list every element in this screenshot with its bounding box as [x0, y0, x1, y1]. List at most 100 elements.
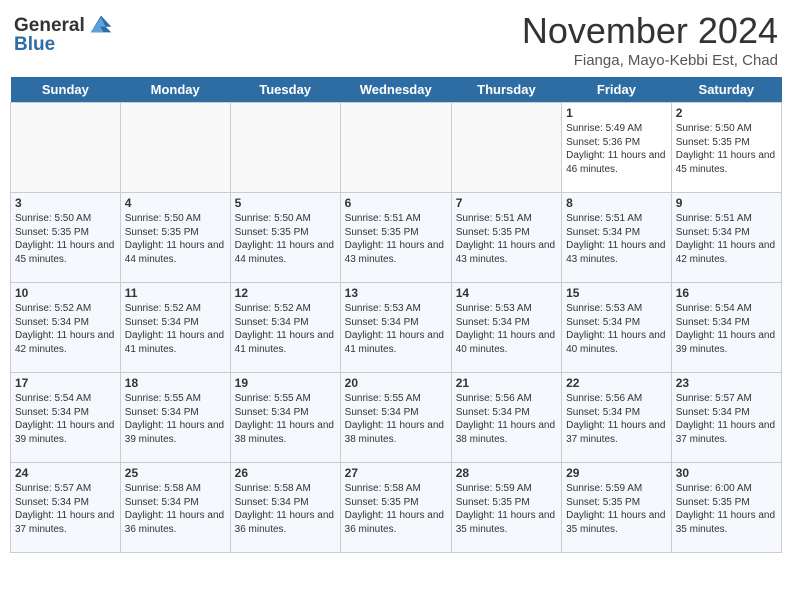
day-number: 27 [345, 466, 447, 480]
day-number: 28 [456, 466, 557, 480]
day-info: Sunset: 5:34 PM [235, 406, 336, 420]
day-number: 12 [235, 286, 336, 300]
calendar-cell: 27 Sunrise: 5:58 AMSunset: 5:35 PMDayligh… [340, 463, 451, 553]
day-info: Sunset: 5:35 PM [345, 226, 447, 240]
calendar-cell: 11Sunrise: 5:52 AMSunset: 5:34 PMDayligh… [120, 283, 230, 373]
day-info: Sunrise: 5:55 AM [235, 392, 336, 406]
day-info: Sunset: 5:34 PM [15, 406, 116, 420]
calendar-cell: 7Sunrise: 5:51 AMSunset: 5:35 PMDaylight… [451, 193, 561, 283]
weekday-header-friday: Friday [562, 77, 672, 103]
calendar-cell: 3Sunrise: 5:50 AMSunset: 5:35 PMDaylight… [11, 193, 121, 283]
day-number: 22 [566, 376, 667, 390]
day-info: Sunset: 5:35 PM [456, 496, 557, 510]
calendar-cell: 15Sunrise: 5:53 AMSunset: 5:34 PMDayligh… [562, 283, 672, 373]
calendar-cell: 17Sunrise: 5:54 AMSunset: 5:34 PMDayligh… [11, 373, 121, 463]
calendar-cell: 5Sunrise: 5:50 AMSunset: 5:35 PMDaylight… [230, 193, 340, 283]
day-info: Daylight: 11 hours and 44 minutes. [235, 239, 336, 266]
day-number: 6 [345, 196, 447, 210]
weekday-header-saturday: Saturday [671, 77, 781, 103]
day-info: Sunrise: 5:50 AM [15, 212, 116, 226]
day-number: 5 [235, 196, 336, 210]
day-info: Daylight: 11 hours and 35 minutes. [566, 509, 667, 536]
day-info: Daylight: 11 hours and 42 minutes. [15, 329, 116, 356]
day-info: Sunrise: 5:58 AM [345, 482, 447, 496]
day-info: Daylight: 11 hours and 39 minutes. [15, 419, 116, 446]
calendar-cell: 24Sunrise: 5:57 AMSunset: 5:34 PMDayligh… [11, 463, 121, 553]
calendar-cell: 13Sunrise: 5:53 AMSunset: 5:34 PMDayligh… [340, 283, 451, 373]
day-info: Sunset: 5:35 PM [566, 496, 667, 510]
day-info: Daylight: 11 hours and 36 minutes. [345, 509, 447, 536]
calendar-cell: 16Sunrise: 5:54 AMSunset: 5:34 PMDayligh… [671, 283, 781, 373]
day-info: Sunrise: 5:50 AM [676, 122, 777, 136]
day-info: Sunrise: 5:53 AM [345, 302, 447, 316]
day-number: 1 [566, 106, 667, 120]
day-info: Daylight: 11 hours and 41 minutes. [235, 329, 336, 356]
calendar-week-2: 3 Sunrise: 5:50 AM Sunset: 5:35 PM Daylight… [11, 193, 782, 283]
calendar-cell: 25Sunrise: 5:58 AMSunset: 5:34 PMDayligh… [120, 463, 230, 553]
day-number: 9 [676, 196, 777, 210]
page-header: General Blue November 2024 Fianga, Mayo-… [10, 10, 782, 69]
calendar-cell: 6Sunrise: 5:51 AMSunset: 5:35 PMDaylight… [340, 193, 451, 283]
day-number: 13 [345, 286, 447, 300]
day-number: 3 [15, 196, 116, 210]
day-info: Daylight: 11 hours and 40 minutes. [566, 329, 667, 356]
calendar-cell: 30Sunrise: 6:00 AMSunset: 5:35 PMDayligh… [671, 463, 781, 553]
calendar-cell: 19Sunrise: 5:55 AMSunset: 5:34 PMDayligh… [230, 373, 340, 463]
day-info: Sunset: 5:34 PM [456, 406, 557, 420]
day-info: Daylight: 11 hours and 41 minutes. [125, 329, 226, 356]
day-info: Sunset: 5:34 PM [676, 406, 777, 420]
calendar-cell [11, 103, 121, 193]
day-info: Sunset: 5:34 PM [125, 316, 226, 330]
day-info: Sunrise: 5:56 AM [456, 392, 557, 406]
day-info: Sunset: 5:35 PM [676, 496, 777, 510]
day-info: Daylight: 11 hours and 35 minutes. [456, 509, 557, 536]
day-info: Daylight: 11 hours and 39 minutes. [125, 419, 226, 446]
day-number: 4 [125, 196, 226, 210]
day-info: Sunrise: 5:50 AM [235, 212, 336, 226]
title-block: November 2024 Fianga, Mayo-Kebbi Est, Ch… [522, 10, 778, 69]
day-number: 25 [125, 466, 226, 480]
calendar-week-1: 1Sunrise: 5:49 AMSunset: 5:36 PMDaylight… [11, 103, 782, 193]
day-info: Daylight: 11 hours and 44 minutes. [125, 239, 226, 266]
day-info: Sunset: 5:34 PM [566, 406, 667, 420]
day-info: Sunrise: 5:50 AM [125, 212, 226, 226]
weekday-header-tuesday: Tuesday [230, 77, 340, 103]
day-info: Sunrise: 5:51 AM [676, 212, 777, 226]
day-number: 30 [676, 466, 777, 480]
calendar-cell [230, 103, 340, 193]
day-number: 24 [15, 466, 116, 480]
day-info: Sunrise: 5:49 AM [566, 122, 667, 136]
day-info: Sunrise: 5:51 AM [345, 212, 447, 226]
day-info: Sunrise: 5:59 AM [566, 482, 667, 496]
day-info: Daylight: 11 hours and 40 minutes. [456, 329, 557, 356]
calendar-cell [340, 103, 451, 193]
day-info: Sunset: 5:35 PM [345, 496, 447, 510]
day-number: 16 [676, 286, 777, 300]
logo-general: General [14, 15, 85, 36]
day-number: 20 [345, 376, 447, 390]
day-info: Daylight: 11 hours and 36 minutes. [235, 509, 336, 536]
calendar-cell: 29Sunrise: 5:59 AMSunset: 5:35 PMDayligh… [562, 463, 672, 553]
calendar-week-4: 17Sunrise: 5:54 AMSunset: 5:34 PMDayligh… [11, 373, 782, 463]
calendar-cell [451, 103, 561, 193]
month-title: November 2024 [522, 10, 778, 52]
day-info: Daylight: 11 hours and 36 minutes. [125, 509, 226, 536]
logo: General Blue [14, 14, 115, 56]
weekday-header-sunday: Sunday [11, 77, 121, 103]
day-number: 11 [125, 286, 226, 300]
calendar-cell: 26Sunrise: 5:58 AMSunset: 5:34 PMDayligh… [230, 463, 340, 553]
weekday-header-thursday: Thursday [451, 77, 561, 103]
day-info: Sunrise: 6:00 AM [676, 482, 777, 496]
calendar-cell: 18Sunrise: 5:55 AMSunset: 5:34 PMDayligh… [120, 373, 230, 463]
day-info: Daylight: 11 hours and 39 minutes. [676, 329, 777, 356]
day-info: Sunrise: 5:55 AM [125, 392, 226, 406]
day-info: Daylight: 11 hours and 45 minutes. [15, 239, 116, 266]
day-info: Sunset: 5:34 PM [345, 316, 447, 330]
day-info: Sunrise: 5:52 AM [15, 302, 116, 316]
day-info: Sunset: 5:34 PM [676, 226, 777, 240]
day-number: 23 [676, 376, 777, 390]
calendar-cell: 10Sunrise: 5:52 AMSunset: 5:34 PMDayligh… [11, 283, 121, 373]
day-number: 15 [566, 286, 667, 300]
day-info: Sunrise: 5:54 AM [15, 392, 116, 406]
day-info: Daylight: 11 hours and 37 minutes. [15, 509, 116, 536]
